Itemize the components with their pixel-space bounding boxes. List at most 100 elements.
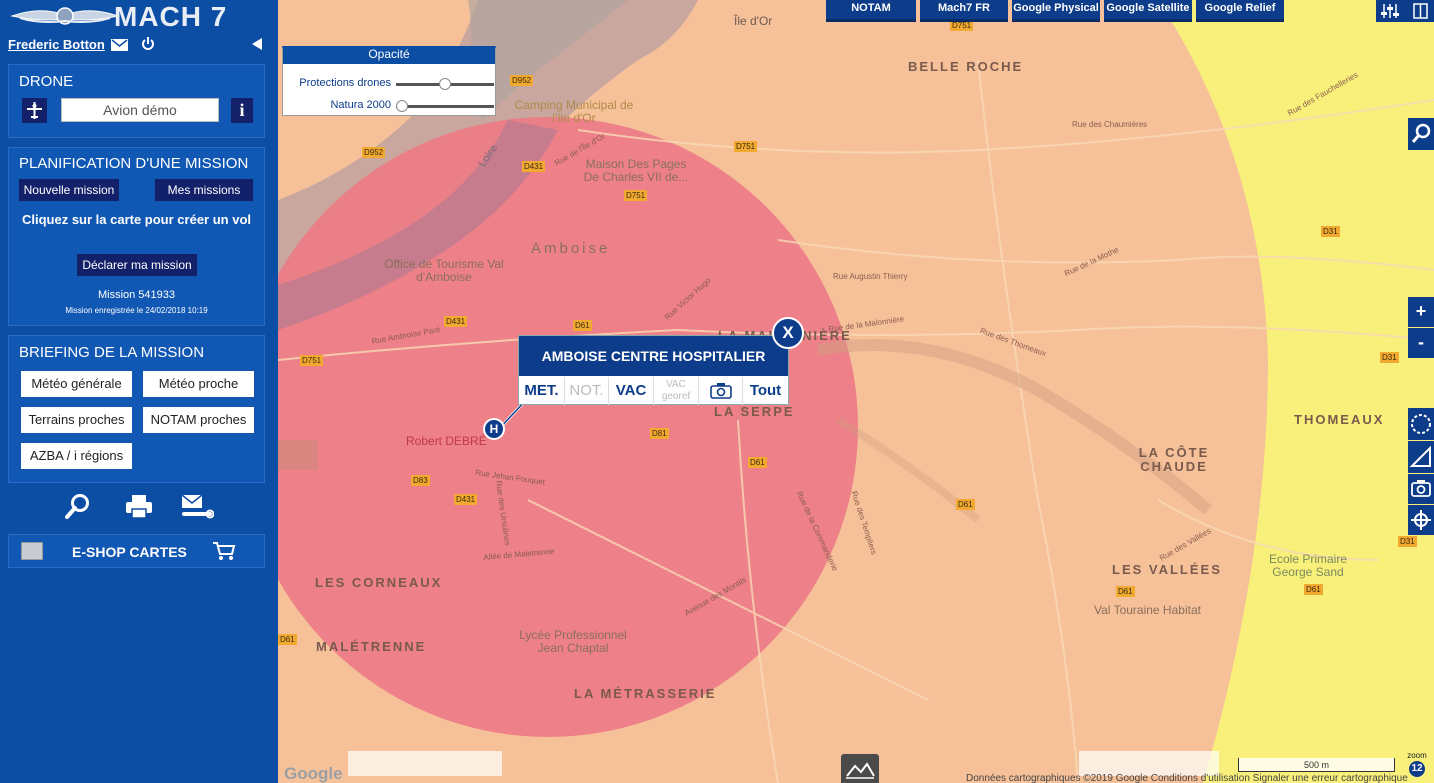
- tab-google-relief[interactable]: Google Relief: [1196, 0, 1284, 22]
- map-credits[interactable]: Données cartographiques ©2019 Google Con…: [966, 773, 1408, 783]
- map-label-les-corneaux: LES CORNEAUX: [315, 575, 443, 590]
- zoom-value: 12: [1409, 761, 1425, 777]
- road-badge: D61: [278, 634, 297, 645]
- drone-panel: DRONE Avion démo i: [8, 64, 265, 138]
- eshop-button[interactable]: E-SHOP CARTES: [8, 534, 265, 568]
- camera-icon: [709, 383, 732, 399]
- tab-notam[interactable]: NOTAM: [826, 0, 916, 22]
- popup-vac-button[interactable]: VAC: [609, 377, 654, 405]
- map-label-la-cote-chaude: LA CÔTE CHAUDE: [1138, 445, 1210, 474]
- map-label-belle-roche: BELLE ROCHE: [908, 59, 1024, 74]
- eshop-label: E-SHOP CARTES: [72, 544, 187, 560]
- opacity-slider-track[interactable]: [396, 105, 494, 108]
- popup-close-button[interactable]: X: [772, 317, 804, 349]
- map-label-ile-dor: Île d'Or: [734, 14, 773, 28]
- opacity-slider-thumb[interactable]: [396, 100, 408, 112]
- map-base-layer: [278, 0, 1434, 783]
- mission-id: Mission 541933: [97, 289, 176, 301]
- tab-google-physical[interactable]: Google Physical: [1012, 0, 1100, 22]
- collapse-sidebar-icon[interactable]: [252, 38, 262, 50]
- attribution-box: [348, 751, 502, 776]
- locate-button[interactable]: [1408, 505, 1434, 535]
- road-badge: D31: [1398, 536, 1417, 547]
- road-badge: D751: [300, 355, 324, 366]
- azba-regions-button[interactable]: AZBA / i régions: [21, 443, 132, 469]
- map-label-amboise: Amboise: [531, 240, 611, 257]
- panel-toggle-icon[interactable]: [1413, 3, 1428, 19]
- print-icon[interactable]: [125, 495, 153, 519]
- mission-briefing-panel: BRIEFING DE LA MISSION Météo générale Mé…: [8, 335, 265, 483]
- zoom-in-button[interactable]: +: [1408, 297, 1434, 327]
- popup-met-button[interactable]: MET.: [519, 377, 565, 405]
- zoom-label: zoom: [1407, 751, 1427, 760]
- road-badge: D751: [624, 190, 648, 201]
- popup-photo-button[interactable]: [699, 377, 743, 405]
- measure-button[interactable]: [1408, 441, 1434, 473]
- street-label: Rue des Chaumières: [1072, 120, 1148, 129]
- sliders-icon[interactable]: [1381, 4, 1399, 18]
- crosshair-icon: [1411, 510, 1431, 530]
- wings-logo-icon: [10, 7, 120, 25]
- road-badge: D431: [444, 316, 468, 327]
- poi-val-touraine: Val Touraine Habitat: [1094, 603, 1201, 617]
- road-badge: D61: [573, 320, 592, 331]
- opacity-slider-thumb[interactable]: [439, 78, 451, 90]
- hospital-marker[interactable]: H: [483, 418, 505, 440]
- road-badge: D431: [454, 494, 478, 505]
- map-search-button[interactable]: [1408, 118, 1434, 150]
- tab-mach7-fr[interactable]: Mach7 FR: [920, 0, 1008, 22]
- nearby-weather-button[interactable]: Météo proche: [143, 371, 254, 397]
- mission-saved-timestamp: Mission enregistrée le 24/02/2018 10:19: [65, 306, 208, 315]
- drone-panel-title: DRONE: [19, 73, 74, 90]
- opacity-row-natura: Natura 2000: [283, 99, 495, 115]
- my-missions-button[interactable]: Mes missions: [155, 179, 253, 201]
- map-thumbnail-icon: [21, 542, 43, 560]
- poi-ecole: Ecole Primaire George Sand: [1268, 552, 1348, 579]
- map-scale: 500 m: [1238, 758, 1395, 772]
- popup-vac-georef-button[interactable]: VAC georef: [654, 377, 699, 405]
- declare-mission-button[interactable]: Déclarer ma mission: [77, 254, 197, 276]
- user-name-link[interactable]: Frederic Botton: [8, 37, 105, 52]
- mail-settings-icon[interactable]: [180, 494, 214, 520]
- mission-planning-title: PLANIFICATION D'UNE MISSION: [19, 155, 249, 172]
- map-label-les-vallees: LES VALLÉES: [1112, 562, 1222, 577]
- map-label-la-metrasserie: LA MÉTRASSERIE: [574, 686, 717, 701]
- app-logo[interactable]: MACH 7: [0, 0, 278, 34]
- map-label-maletrenne: MALÉTRENNE: [316, 639, 427, 654]
- opacity-panel-title: Opacité: [283, 46, 495, 64]
- nearby-notam-button[interactable]: NOTAM proches: [143, 407, 254, 433]
- power-icon[interactable]: [141, 37, 155, 51]
- tool-row: [8, 493, 265, 521]
- road-badge: D751: [734, 141, 758, 152]
- screenshot-button[interactable]: [1408, 474, 1434, 504]
- mail-icon[interactable]: [111, 39, 128, 51]
- draw-zone-button[interactable]: [1408, 408, 1434, 440]
- map-canvas[interactable]: BELLE ROCHE Amboise LA MALONNIÈRE LA SER…: [278, 0, 1434, 783]
- camera-icon: [1411, 480, 1431, 497]
- map-label-thomeaux: THOMEAUX: [1294, 412, 1385, 427]
- measure-angle-icon: [1409, 445, 1431, 467]
- mission-briefing-title: BRIEFING DE LA MISSION: [19, 344, 205, 361]
- nearby-airfields-button[interactable]: Terrains proches: [21, 407, 132, 433]
- general-weather-button[interactable]: Météo générale: [21, 371, 132, 397]
- terrain-view-button[interactable]: [841, 754, 879, 783]
- opacity-row-drones: Protections drones: [283, 77, 495, 93]
- road-badge: D61: [956, 499, 975, 510]
- search-icon: [1411, 123, 1431, 143]
- poi-lycee: Lycée Professionnel Jean Chaptal: [519, 628, 627, 655]
- popup-all-button[interactable]: Tout: [743, 377, 788, 405]
- info-icon[interactable]: i: [231, 98, 253, 123]
- app-title: MACH 7: [114, 1, 228, 32]
- search-icon[interactable]: [65, 493, 91, 519]
- aircraft-icon[interactable]: [22, 98, 47, 123]
- terrain-icon: [846, 762, 875, 779]
- aircraft-selector[interactable]: Avion démo: [61, 98, 219, 122]
- road-badge: D31: [1321, 226, 1340, 237]
- popup-notam-button[interactable]: NOT.: [565, 377, 609, 405]
- opacity-panel: Opacité Protections drones Natura 2000: [282, 46, 496, 116]
- road-badge: D952: [362, 147, 386, 158]
- tab-google-satellite[interactable]: Google Satellite: [1104, 0, 1192, 22]
- new-mission-button[interactable]: Nouvelle mission: [19, 179, 119, 201]
- zoom-out-button[interactable]: -: [1408, 328, 1434, 358]
- cart-icon: [213, 542, 236, 560]
